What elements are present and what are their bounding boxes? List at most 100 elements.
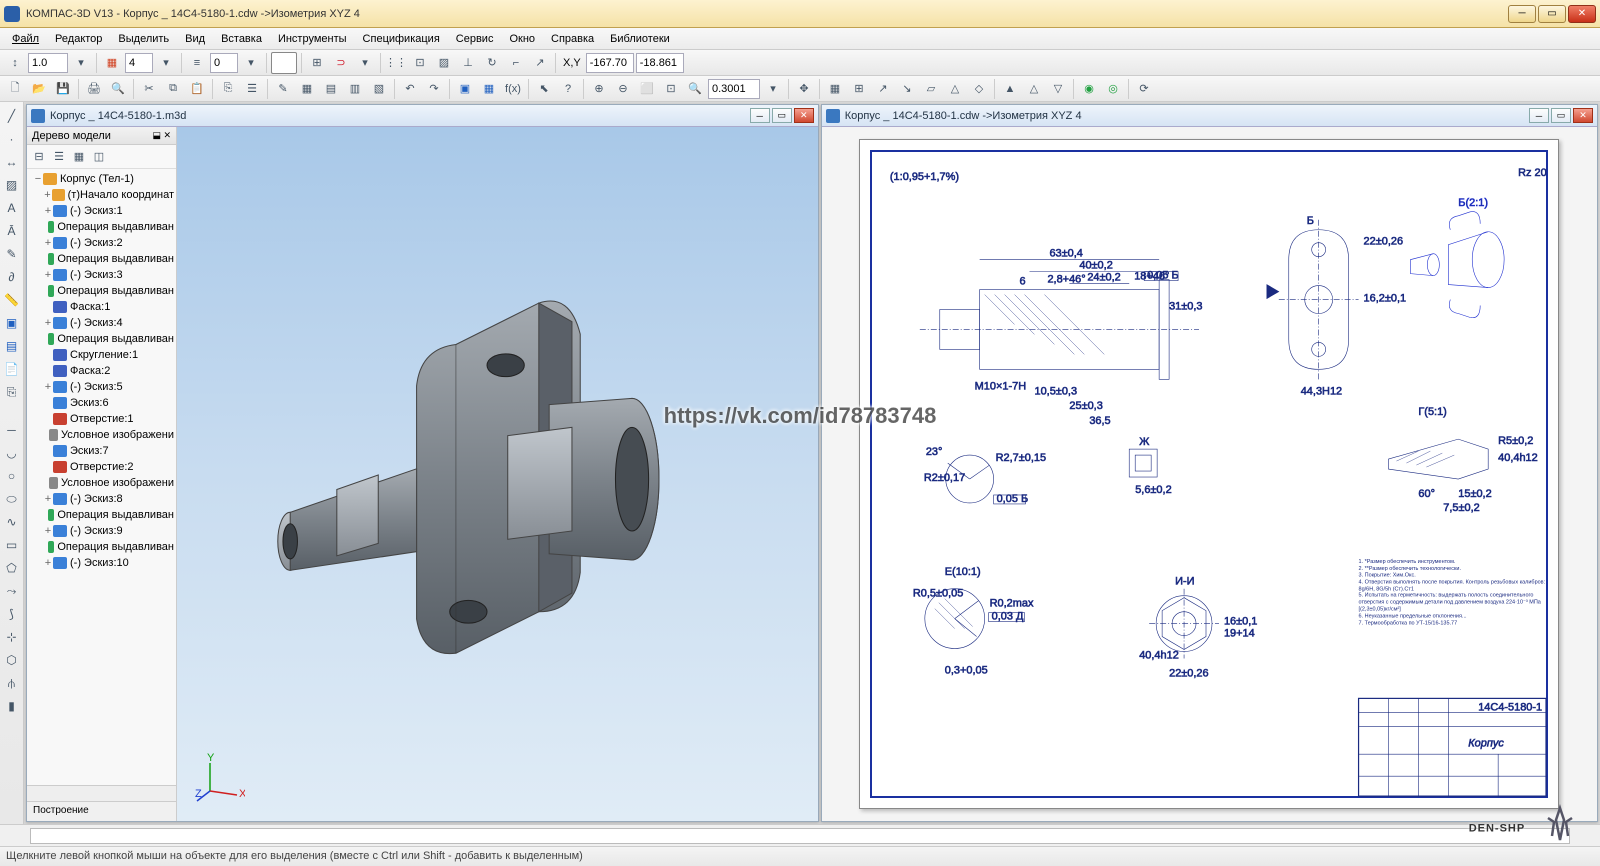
axis-icon[interactable]: ⊹ [2,627,22,647]
menu-edit[interactable]: Редактор [47,30,110,48]
render1-icon[interactable]: ▲ [999,78,1021,100]
tree-node[interactable]: +(-) Эскиз:8 [29,491,174,507]
bezier-icon[interactable]: ⤳ [2,581,22,601]
tree-node[interactable]: Операция выдавливан [29,283,174,299]
vars-icon[interactable]: f(x) [502,78,524,100]
tree-node[interactable]: Операция выдавливан [29,507,174,523]
poly-icon[interactable]: ⬠ [2,558,22,578]
report-icon[interactable]: 📄 [2,359,22,379]
lib2-icon[interactable]: ▦ [478,78,500,100]
dropdown-icon[interactable]: ▾ [240,52,262,74]
hatch-icon[interactable]: ▨ [433,52,455,74]
paste-icon[interactable]: 📋 [186,78,208,100]
tree-node[interactable]: Операция выдавливан [29,219,174,235]
mdi-maximize-button[interactable]: ▭ [1551,108,1571,123]
tree-node[interactable]: Эскиз:6 [29,395,174,411]
rect-icon[interactable]: ▭ [2,535,22,555]
line-icon[interactable]: ╱ [2,106,22,126]
seg-icon[interactable]: ─ [2,420,22,440]
curve-icon[interactable]: ⟆ [2,604,22,624]
tree-header[interactable]: Дерево модели ⬓ ✕ [27,127,176,145]
section2-icon[interactable]: △ [944,78,966,100]
grid-icon[interactable]: ⊞ [306,52,328,74]
dots-icon[interactable]: ⋮⋮ [385,52,407,74]
style4-icon[interactable]: ▥ [344,78,366,100]
grid2-icon[interactable]: ⊡ [409,52,431,74]
render3-icon[interactable]: ▽ [1047,78,1069,100]
style3-icon[interactable]: ▤ [320,78,342,100]
menu-service[interactable]: Сервис [448,30,502,48]
refresh-icon[interactable]: ⟳ [1133,78,1155,100]
measure-icon[interactable]: ↗ [872,78,894,100]
cursor-icon[interactable]: ⬉ [533,78,555,100]
zoom-input[interactable] [708,79,760,99]
sel-icon[interactable]: ▣ [2,313,22,333]
text-icon[interactable]: A [2,198,22,218]
menu-window[interactable]: Окно [501,30,543,48]
snap-input[interactable] [210,53,238,73]
mdi-titlebar[interactable]: Корпус _ 14С4-5180-1.cdw ->Изометрия XYZ… [822,105,1597,127]
command-input[interactable] [30,828,1570,844]
tree-node[interactable]: Эскиз:7 [29,443,174,459]
text2-icon[interactable]: Ā [2,221,22,241]
help-icon[interactable]: ? [557,78,579,100]
mdi-close-button[interactable]: ✕ [1573,108,1593,123]
perp-icon[interactable]: ⌐ [505,52,527,74]
viewport-2d[interactable]: (1:0,95+1,7%) Rz 20 [822,127,1597,821]
viewport-3d[interactable]: Y X Z [177,127,818,821]
scale-input[interactable] [28,53,68,73]
menu-libraries[interactable]: Библиотеки [602,30,678,48]
tree-hscrollbar[interactable] [27,785,176,801]
tree-node[interactable]: Фаска:2 [29,363,174,379]
tree-view3-icon[interactable]: ◫ [90,148,108,166]
hatch-icon[interactable]: ▨ [2,175,22,195]
zoom-fit-icon[interactable]: ⊡ [660,78,682,100]
undo-icon[interactable]: ↶ [399,78,421,100]
arc-icon[interactable]: ◡ [2,443,22,463]
dropdown-icon[interactable]: ▾ [354,52,376,74]
section-icon[interactable]: ▱ [920,78,942,100]
tree-node[interactable]: Операция выдавливан [29,331,174,347]
color-icon[interactable] [271,52,297,74]
copy-props-icon[interactable]: ⎘ [217,78,239,100]
view2-icon[interactable]: ⊞ [848,78,870,100]
ellipse-icon[interactable]: ⬭ [2,489,22,509]
tree-node[interactable]: +(-) Эскиз:2 [29,235,174,251]
menu-spec[interactable]: Спецификация [355,30,448,48]
view1-icon[interactable]: ▦ [824,78,846,100]
point-icon[interactable]: · [2,129,22,149]
tree-tab-build[interactable]: Построение [27,801,176,821]
fill-icon[interactable]: ▮ [2,696,22,716]
coord-y-input[interactable] [636,53,684,73]
redo-icon[interactable]: ↷ [423,78,445,100]
dropdown-icon[interactable]: ▾ [762,78,784,100]
style5-icon[interactable]: ▧ [368,78,390,100]
menu-file[interactable]: Файл [4,30,47,48]
tree-view1-icon[interactable]: ☰ [50,148,68,166]
tree-node[interactable]: +(-) Эскиз:10 [29,555,174,571]
circle-icon[interactable]: ○ [2,466,22,486]
layer-icon[interactable]: ▦ [101,52,123,74]
tree-node[interactable]: +(т)Начало координат [29,187,174,203]
props-icon[interactable]: ☰ [241,78,263,100]
render2-icon[interactable]: △ [1023,78,1045,100]
tree-node[interactable]: Фаска:1 [29,299,174,315]
tree-node[interactable]: +(-) Эскиз:1 [29,203,174,219]
mdi-titlebar[interactable]: Корпус _ 14С4-5180-1.m3d ─ ▭ ✕ [27,105,818,127]
tree-node[interactable]: Отверстие:2 [29,459,174,475]
tree-node[interactable]: Условное изображени [29,427,174,443]
ortho-icon[interactable]: ⊥ [457,52,479,74]
measure-icon[interactable]: 📏 [2,290,22,310]
menu-help[interactable]: Справка [543,30,602,48]
cut-icon[interactable]: ✂ [138,78,160,100]
mdi-close-button[interactable]: ✕ [794,108,814,123]
insert-icon[interactable]: ⎘ [2,382,22,402]
menu-view[interactable]: Вид [177,30,213,48]
auto-icon[interactable]: ↕ [4,52,26,74]
measure2-icon[interactable]: ↘ [896,78,918,100]
menu-select[interactable]: Выделить [110,30,177,48]
coord-x-input[interactable] [586,53,634,73]
save-icon[interactable]: 💾 [52,78,74,100]
step-input[interactable] [125,53,153,73]
mdi-maximize-button[interactable]: ▭ [772,108,792,123]
